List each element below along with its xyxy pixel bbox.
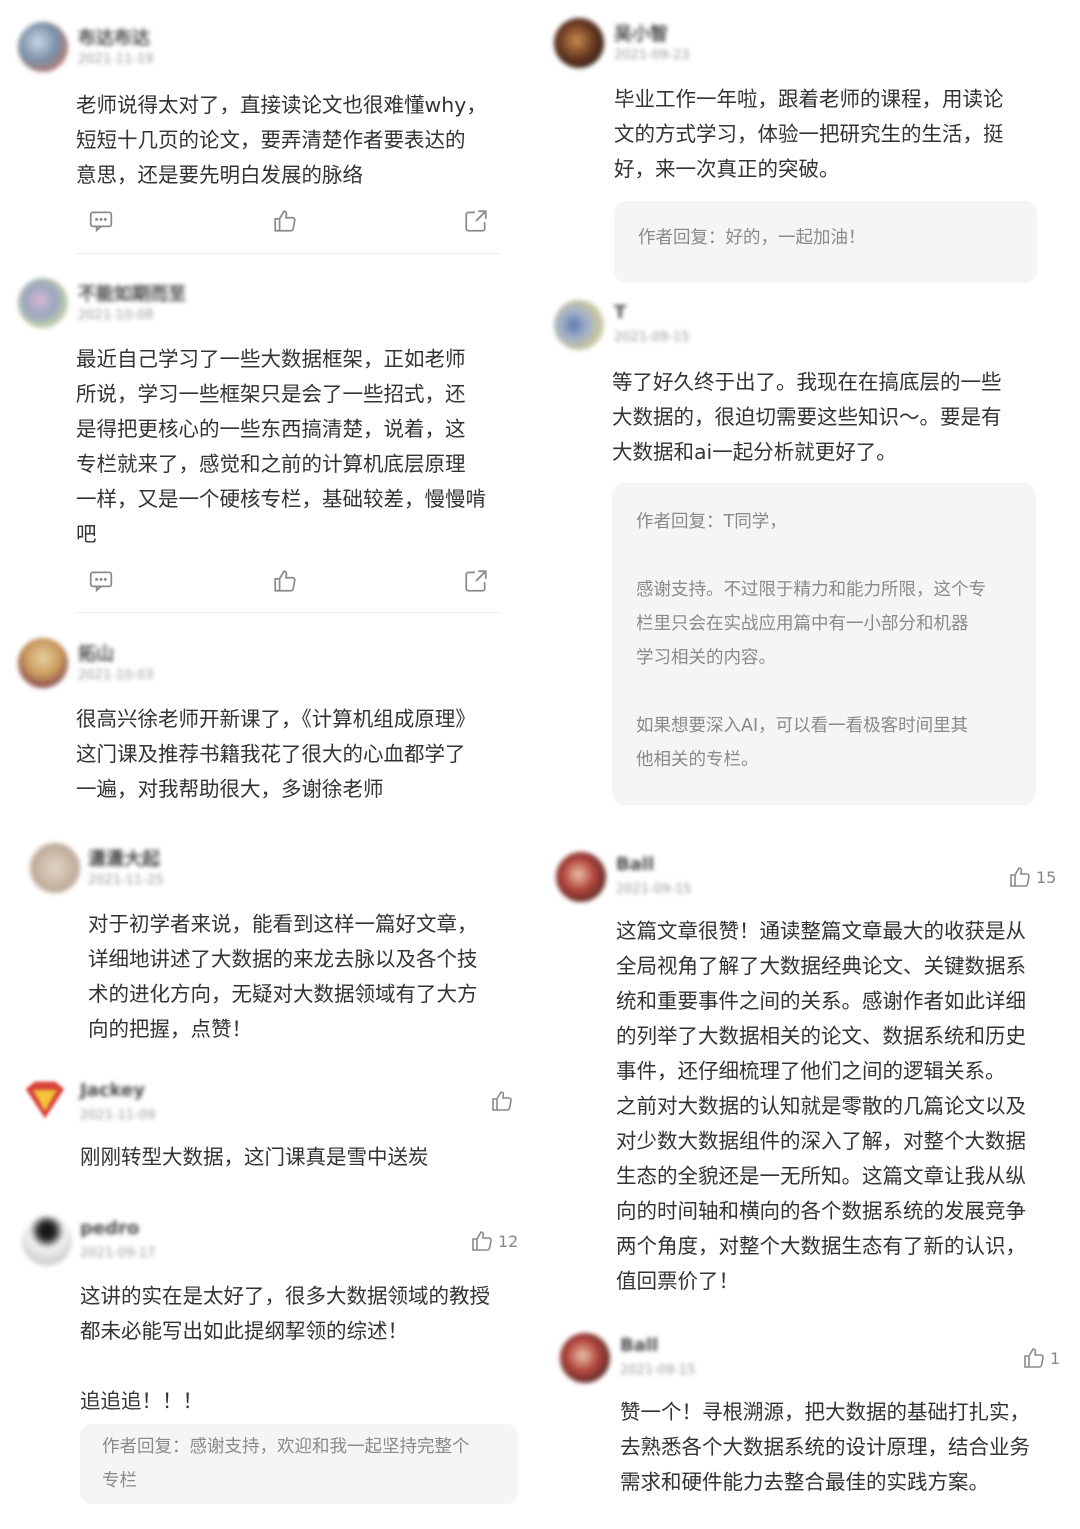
- author-name[interactable]: 布达布达: [78, 24, 150, 50]
- like-button[interactable]: [490, 1088, 518, 1114]
- author-reply: 作者回复：感谢支持，欢迎和我一起坚持完整个 专栏: [80, 1424, 518, 1504]
- comment-text: 这篇文章很赞！通读整篇文章最大的收获是从 全局视角了解了大数据经典论文、关键数据…: [616, 919, 1026, 1293]
- author-name[interactable]: 不能如期而至: [78, 280, 186, 306]
- divider: [76, 253, 500, 254]
- comment-item: T 2021-09-15 等了好久终于出了。我现在在搞底层的一些 大数据的，很迫…: [554, 300, 1064, 810]
- comment-date: 2021-09-15: [616, 882, 692, 897]
- comment-item: Ball 2021-09-15 1 赞一个！寻根溯源，把大数据的基础打扎实， 去…: [560, 1333, 1070, 1513]
- comment-text: 这讲的实在是太好了，很多大数据领域的教授 都未必能写出如此提纲挈领的综述！ 追追…: [80, 1284, 490, 1413]
- comment-icon[interactable]: [88, 208, 114, 234]
- comment-item: Ball 2021-09-15 15 这篇文章很赞！通读整篇文章最大的收获是从 …: [556, 852, 1066, 1302]
- like-count: 12: [498, 1231, 519, 1251]
- avatar[interactable]: [22, 1216, 72, 1266]
- avatar[interactable]: [554, 18, 604, 68]
- like-button[interactable]: 15: [1008, 864, 1056, 890]
- comment-text: 等了好久终于出了。我现在在搞底层的一些 大数据的，很迫切需要这些知识～。要是有 …: [612, 370, 1002, 464]
- comment-text: 最近自己学习了一些大数据框架，正如老师 所说，学习一些框架只是会了一些招式，还 …: [76, 347, 486, 546]
- comment-item: pedro 2021-09-17 12 这讲的实在是太好了，很多大数据领域的教授…: [22, 1216, 522, 1516]
- comment-item: 拓山 2021-10-03 很高兴徐老师开新课了，《计算机组成原理》 这门课及推…: [18, 638, 518, 818]
- like-count: 1: [1050, 1348, 1061, 1368]
- thumbs-up-icon[interactable]: [272, 208, 298, 234]
- comment-icon[interactable]: [88, 568, 114, 594]
- author-name[interactable]: T: [614, 302, 626, 323]
- thumbs-up-icon: [1024, 1348, 1044, 1368]
- avatar[interactable]: [554, 300, 604, 350]
- comment-actions: [18, 568, 518, 598]
- author-name[interactable]: 拓山: [78, 640, 114, 666]
- thumbs-up-icon: [492, 1091, 512, 1111]
- superman-logo-avatar: [25, 1081, 65, 1119]
- comment-date: 2021-09-23: [614, 48, 690, 63]
- comment-date: 2021-11-19: [78, 52, 154, 67]
- author-reply: 作者回复：好的，一起加油！: [614, 201, 1037, 283]
- comment-date: 2021-09-15: [614, 330, 690, 345]
- comment-item: 吴小智 2021-09-23 毕业工作一年啦，跟着老师的课程，用读论 文的方式学…: [554, 18, 1064, 288]
- comment-date: 2021-11-09: [80, 1108, 156, 1123]
- thumbs-up-icon: [1010, 867, 1030, 887]
- share-icon[interactable]: [463, 208, 489, 234]
- comment-text: 对于初学者来说，能看到这样一篇好文章， 详细地讲述了大数据的来龙去脉以及各个技 …: [88, 912, 478, 1041]
- comment-text: 赞一个！寻根溯源，把大数据的基础打扎实， 去熟悉各个大数据系统的设计原理，结合业…: [620, 1400, 1030, 1494]
- comment-actions: [18, 208, 518, 238]
- thumbs-up-icon[interactable]: [272, 568, 298, 594]
- comment-text: 老师说得太对了，直接读论文也很难懂why， 短短十几页的论文，要弄清楚作者要表达…: [76, 93, 487, 187]
- author-name[interactable]: 吴小智: [614, 20, 668, 46]
- author-name[interactable]: Ball: [620, 1335, 658, 1356]
- comment-item: 潇潇大起 2021-11-25 对于初学者来说，能看到这样一篇好文章， 详细地讲…: [30, 843, 520, 1053]
- author-name[interactable]: 潇潇大起: [88, 845, 160, 871]
- author-name[interactable]: pedro: [80, 1218, 139, 1239]
- comment-item: 不能如期而至 2021-10-08 最近自己学习了一些大数据框架，正如老师 所说…: [18, 278, 518, 608]
- avatar[interactable]: [18, 278, 68, 328]
- thumbs-up-icon: [472, 1231, 492, 1251]
- comment-date: 2021-11-25: [88, 873, 164, 888]
- comment-item: Jackey 2021-11-09 刚刚转型大数据，这门课真是雪中送炭: [22, 1078, 522, 1188]
- comment-item: 布达布达 2021-11-19 老师说得太对了，直接读论文也很难懂why， 短短…: [18, 22, 518, 262]
- comment-date: 2021-10-08: [78, 308, 154, 323]
- author-name[interactable]: Jackey: [80, 1080, 145, 1101]
- author-name[interactable]: Ball: [616, 854, 654, 875]
- divider: [76, 612, 500, 613]
- comment-date: 2021-10-03: [78, 668, 154, 683]
- comment-text: 很高兴徐老师开新课了，《计算机组成原理》 这门课及推荐书籍我花了很大的心血都学了…: [76, 707, 476, 801]
- avatar[interactable]: [30, 843, 80, 893]
- comment-date: 2021-09-17: [80, 1246, 156, 1261]
- like-button[interactable]: 1: [1022, 1345, 1060, 1371]
- comment-date: 2021-09-15: [620, 1363, 696, 1378]
- comment-text: 刚刚转型大数据，这门课真是雪中送炭: [80, 1145, 429, 1169]
- avatar[interactable]: [22, 1078, 72, 1128]
- like-count: 15: [1036, 867, 1057, 887]
- comment-text: 毕业工作一年啦，跟着老师的课程，用读论 文的方式学习，体验一把研究生的生活，挺 …: [614, 87, 1004, 181]
- avatar[interactable]: [18, 22, 68, 72]
- avatar[interactable]: [18, 638, 68, 688]
- avatar[interactable]: [560, 1333, 610, 1383]
- avatar[interactable]: [556, 852, 606, 902]
- share-icon[interactable]: [463, 568, 489, 594]
- author-reply: 作者回复：T同学， 感谢支持。不过限于精力和能力所限，这个专 栏里只会在实战应用…: [612, 483, 1036, 805]
- like-button[interactable]: 12: [470, 1228, 518, 1254]
